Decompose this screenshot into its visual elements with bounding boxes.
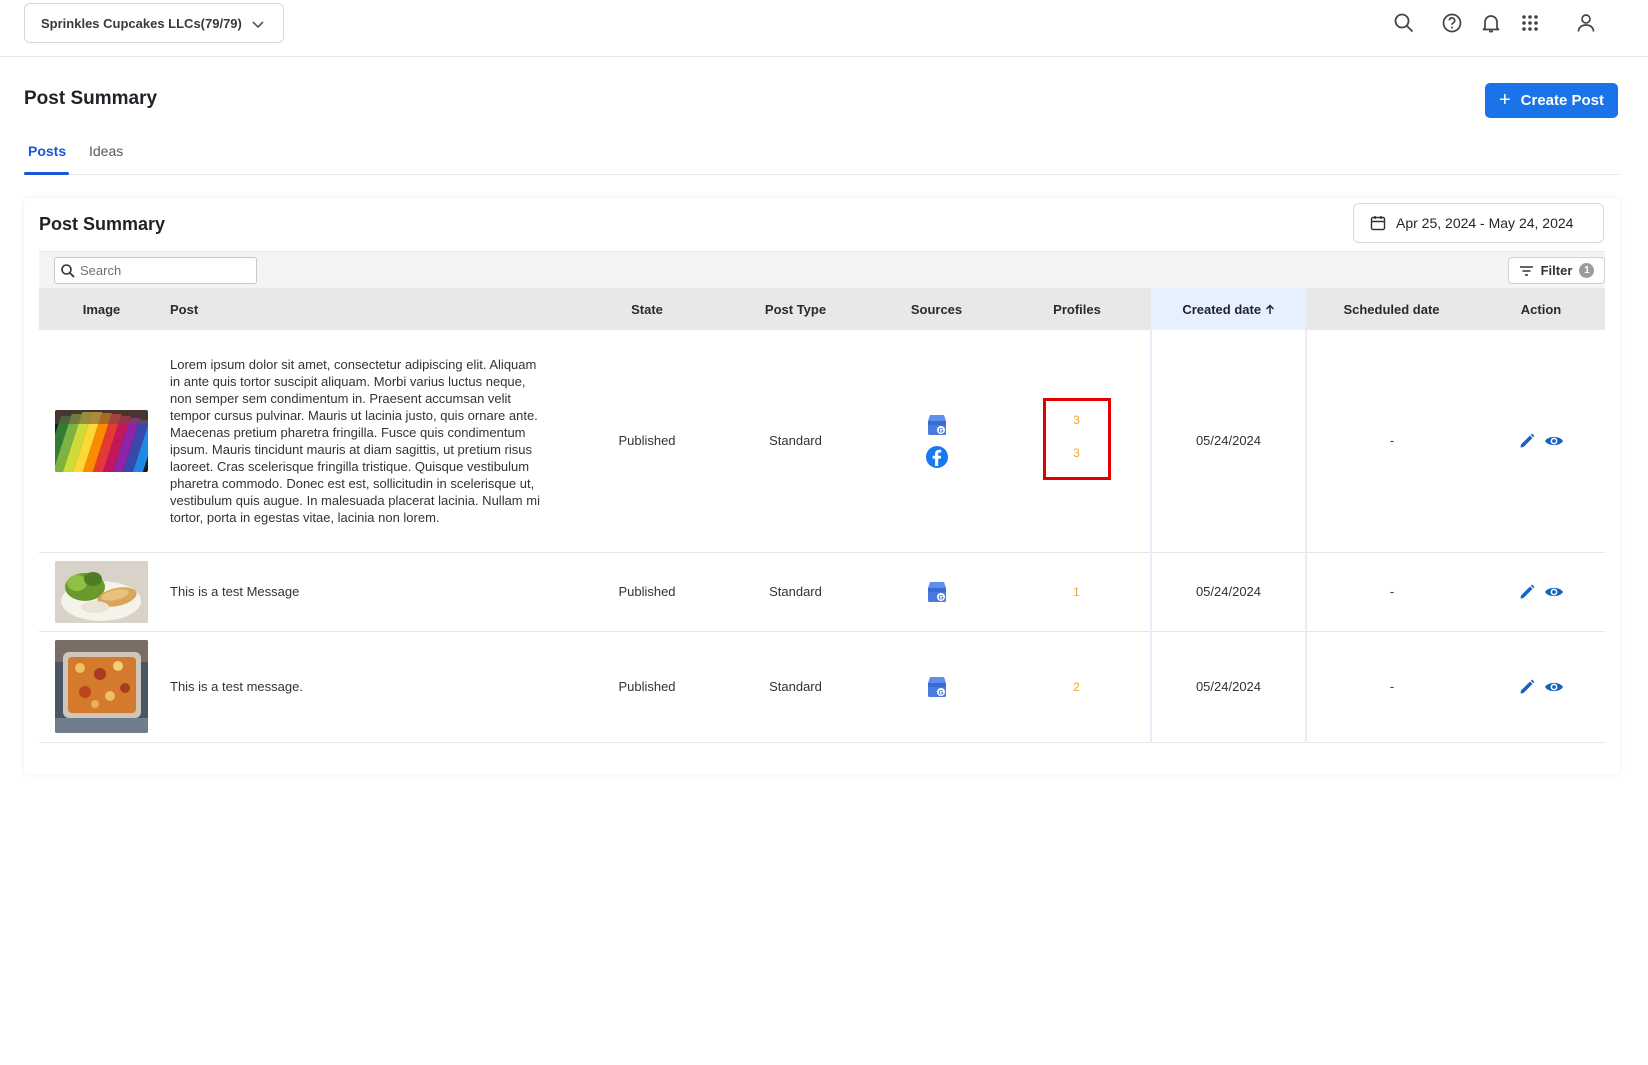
- search-box[interactable]: [54, 257, 257, 284]
- post-type-cell: Standard: [721, 330, 870, 553]
- action-cell: [1477, 552, 1605, 632]
- scheduled-date-cell: -: [1306, 330, 1477, 553]
- column-header-image: Image: [39, 288, 164, 330]
- apps-grid-icon[interactable]: [1518, 11, 1542, 35]
- table-row: This is a test message. Published Standa…: [39, 631, 1605, 743]
- column-header-created-date[interactable]: Created date: [1151, 288, 1306, 330]
- post-text-cell: This is a test Message: [164, 552, 573, 632]
- edit-icon[interactable]: [1518, 678, 1536, 696]
- posts-table: Image Post State Post Type Sources Profi…: [39, 288, 1605, 743]
- created-date-cell: 05/24/2024: [1150, 330, 1307, 553]
- profile-count[interactable]: 3: [1046, 446, 1108, 460]
- search-icon: [61, 263, 75, 278]
- filter-button[interactable]: Filter 1: [1508, 257, 1605, 284]
- sources-cell: G: [870, 552, 1003, 632]
- facebook-icon[interactable]: [925, 445, 949, 469]
- tab-posts[interactable]: Posts: [28, 143, 66, 159]
- profiles-cell: 1: [1003, 552, 1151, 632]
- column-header-state: State: [573, 288, 721, 330]
- column-header-scheduled-date: Scheduled date: [1306, 288, 1477, 330]
- post-image-cell: [39, 330, 164, 553]
- svg-text:G: G: [938, 427, 943, 434]
- profile-count[interactable]: 2: [1073, 680, 1080, 694]
- calendar-icon: [1370, 216, 1386, 231]
- create-post-label: Create Post: [1520, 92, 1605, 109]
- top-bar: Sprinkles Cupcakes LLCs(79/79): [0, 0, 1648, 57]
- post-type-cell: Standard: [721, 631, 870, 743]
- table-header-row: Image Post State Post Type Sources Profi…: [39, 288, 1605, 330]
- filter-count-badge: 1: [1579, 263, 1595, 278]
- column-header-action: Action: [1477, 288, 1605, 330]
- view-eye-icon[interactable]: [1544, 680, 1564, 694]
- column-header-post: Post: [164, 288, 573, 330]
- profile-count[interactable]: 3: [1046, 413, 1108, 427]
- view-eye-icon[interactable]: [1544, 585, 1564, 599]
- action-cell: [1477, 330, 1605, 553]
- colorful-crayons-photo: [55, 409, 148, 472]
- active-tab-indicator: [24, 172, 69, 175]
- profiles-cell: 2: [1003, 631, 1151, 743]
- view-eye-icon[interactable]: [1544, 434, 1564, 448]
- profiles-cell: 3 3: [1003, 330, 1151, 553]
- account-selector[interactable]: Sprinkles Cupcakes LLCs(79/79): [24, 3, 284, 43]
- post-image-cell: [39, 631, 164, 743]
- created-date-cell: 05/24/2024: [1150, 552, 1307, 632]
- post-text-cell: Lorem ipsum dolor sit amet, consectetur …: [164, 330, 573, 553]
- edit-icon[interactable]: [1518, 432, 1536, 450]
- column-header-post-type: Post Type: [721, 288, 870, 330]
- google-business-icon[interactable]: G: [925, 675, 949, 699]
- bell-icon[interactable]: [1479, 11, 1503, 35]
- table-row: Lorem ipsum dolor sit amet, consectetur …: [39, 330, 1605, 553]
- sources-cell: G: [870, 330, 1003, 553]
- arrow-up-icon: [1265, 304, 1274, 314]
- chevron-down-icon: [252, 21, 264, 29]
- help-icon[interactable]: [1440, 11, 1464, 35]
- sources-cell: G: [870, 631, 1003, 743]
- state-cell: Published: [573, 631, 721, 743]
- table-row: This is a test Message Published Standar…: [39, 552, 1605, 632]
- page-title: Post Summary: [24, 88, 158, 109]
- filter-label: Filter: [1540, 263, 1573, 278]
- plus-icon: +: [1498, 88, 1511, 111]
- state-cell: Published: [573, 552, 721, 632]
- google-business-icon[interactable]: G: [925, 413, 949, 437]
- card-title: Post Summary: [39, 214, 166, 234]
- search-icon[interactable]: [1392, 11, 1416, 35]
- post-image-cell: [39, 552, 164, 632]
- highlight-box: 3 3: [1042, 398, 1111, 481]
- tab-ideas[interactable]: Ideas: [89, 143, 123, 159]
- user-icon[interactable]: [1574, 11, 1598, 35]
- filter-icon: [1519, 265, 1533, 276]
- column-header-profiles: Profiles: [1003, 288, 1151, 330]
- lasagna-dish-photo: [55, 640, 148, 733]
- scheduled-date-cell: -: [1306, 552, 1477, 632]
- salad-plate-photo: [55, 560, 148, 623]
- created-date-cell: 05/24/2024: [1150, 631, 1307, 743]
- create-post-button[interactable]: + Create Post: [1485, 83, 1618, 118]
- post-type-cell: Standard: [721, 552, 870, 632]
- post-summary-card: Post Summary Apr 25, 2024 - May 24, 2024…: [24, 198, 1620, 774]
- state-cell: Published: [573, 330, 721, 553]
- account-selector-label: Sprinkles Cupcakes LLCs(79/79): [41, 15, 242, 31]
- edit-icon[interactable]: [1518, 583, 1536, 601]
- scheduled-date-cell: -: [1306, 631, 1477, 743]
- date-range-label: Apr 25, 2024 - May 24, 2024: [1396, 215, 1574, 231]
- svg-text:G: G: [938, 594, 943, 601]
- search-input[interactable]: [80, 263, 250, 278]
- google-business-icon[interactable]: G: [925, 580, 949, 604]
- tab-bar: Posts Ideas: [24, 133, 1620, 175]
- post-text-cell: This is a test message.: [164, 631, 573, 743]
- profile-count[interactable]: 1: [1073, 585, 1080, 599]
- svg-text:G: G: [938, 689, 943, 696]
- table-toolbar: Filter 1: [39, 251, 1605, 288]
- column-header-sources: Sources: [870, 288, 1003, 330]
- action-cell: [1477, 631, 1605, 743]
- date-range-picker[interactable]: Apr 25, 2024 - May 24, 2024: [1353, 203, 1604, 243]
- created-date-label: Created date: [1182, 301, 1262, 317]
